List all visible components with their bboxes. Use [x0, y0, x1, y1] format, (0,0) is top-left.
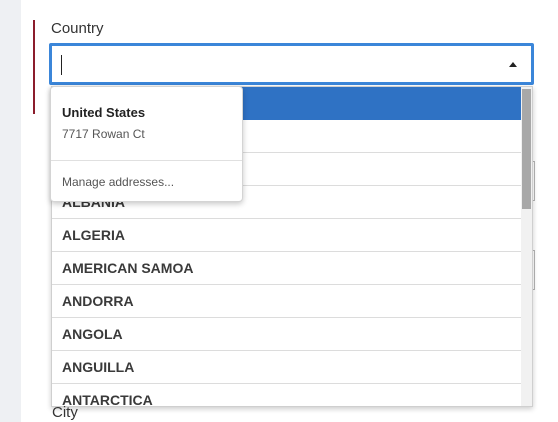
country-option[interactable]: ANDORRA: [52, 285, 521, 318]
country-option[interactable]: ANTARCTICA: [52, 384, 521, 406]
autofill-suggestion-name[interactable]: United States: [62, 105, 145, 120]
text-caret: [61, 55, 62, 75]
city-label: City: [52, 404, 78, 421]
listbox-scrollbar[interactable]: [521, 87, 532, 406]
country-option[interactable]: ANGOLA: [52, 318, 521, 351]
manage-addresses-link[interactable]: Manage addresses...: [62, 175, 174, 189]
country-combobox[interactable]: [49, 43, 534, 85]
country-option[interactable]: AMERICAN SAMOA: [52, 252, 521, 285]
chevron-up-icon[interactable]: [509, 62, 517, 67]
country-option[interactable]: ALGERIA: [52, 219, 521, 252]
autofill-suggestion-address[interactable]: 7717 Rowan Ct: [62, 127, 145, 141]
country-option[interactable]: ANGUILLA: [52, 351, 521, 384]
left-gutter: [0, 0, 21, 422]
address-autofill-popup: United States 7717 Rowan Ct Manage addre…: [50, 86, 243, 202]
focus-accent-bar: [33, 20, 35, 114]
page: Country ALBANIA ALGERIA AMERICAN SAMOA ANDO…: [0, 0, 558, 422]
scrollbar-thumb[interactable]: [522, 89, 531, 209]
autofill-divider: [51, 160, 242, 161]
country-label: Country: [51, 20, 104, 37]
